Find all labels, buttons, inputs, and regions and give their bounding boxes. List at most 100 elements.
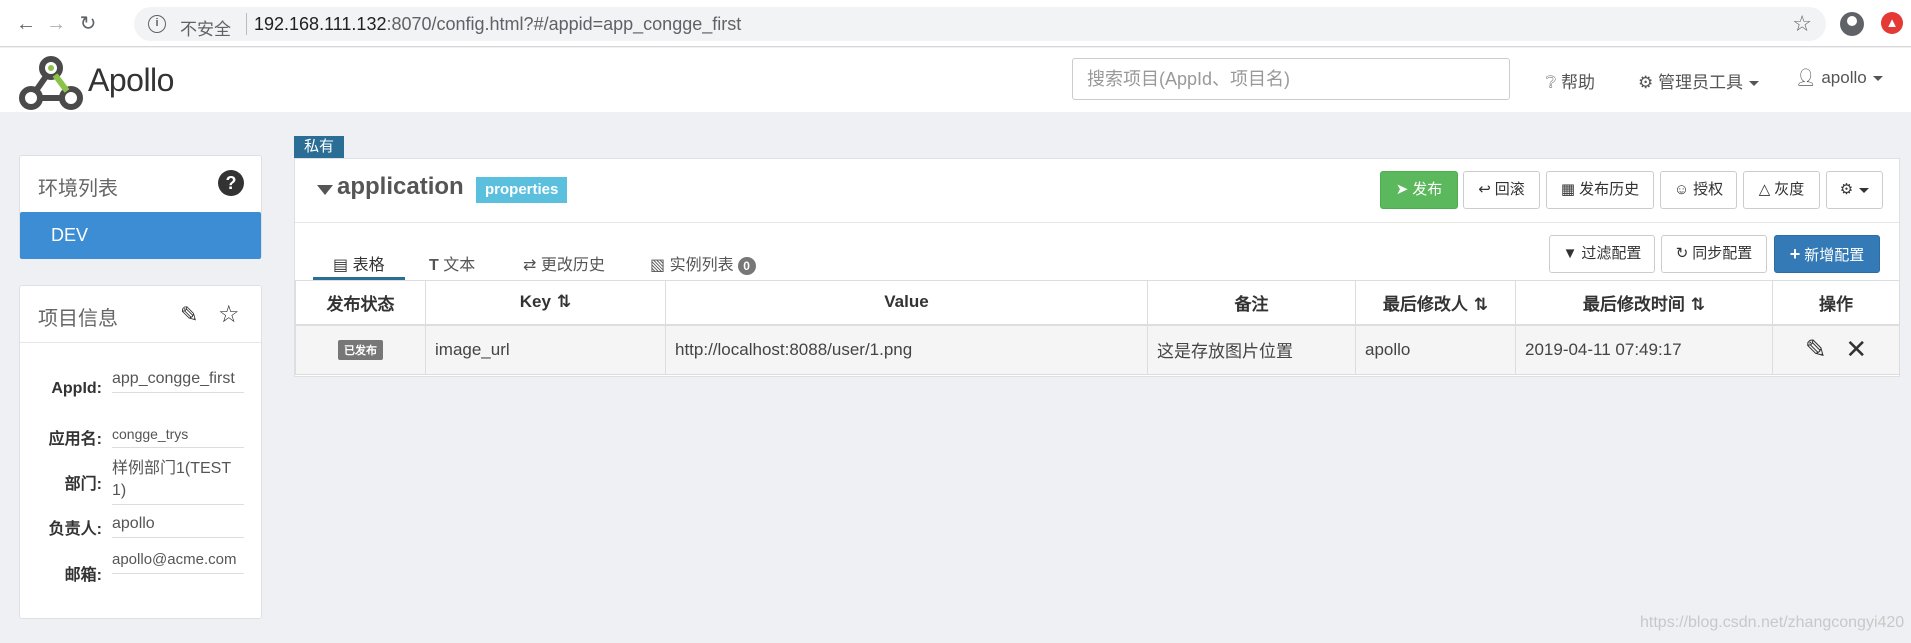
settings-dropdown-button[interactable]: ⚙	[1826, 171, 1883, 209]
publish-button[interactable]: ➤ 发布	[1380, 171, 1458, 209]
gray-release-button[interactable]: △ 灰度	[1743, 171, 1820, 209]
add-config-label: 新增配置	[1804, 247, 1865, 264]
calendar-icon: ▦	[1560, 181, 1576, 198]
sort-icon[interactable]: ⇅	[1474, 295, 1488, 314]
help-circle-icon: ❔︎	[1546, 73, 1557, 92]
status-cell: 已发布	[295, 324, 426, 375]
column-header-comment: 备注	[1147, 280, 1356, 326]
forward-icon[interactable]: →	[44, 12, 68, 36]
chevron-down-icon	[1859, 187, 1870, 193]
ops-cell: ✎ ✕	[1772, 324, 1900, 375]
address-separator	[246, 13, 247, 35]
app-header: Apollo ❔︎ 帮助 ⚙ 管理员工具 👤︎ apollo	[0, 48, 1911, 112]
list-icon: ▧	[650, 257, 666, 274]
extension-icon[interactable]: ▲	[1881, 12, 1903, 34]
back-icon[interactable]: ←	[14, 12, 38, 36]
flask-icon: △	[1758, 181, 1771, 198]
gear-icon: ⚙	[1839, 181, 1854, 198]
close-icon[interactable]: ✕	[1845, 334, 1867, 365]
publish-label: 发布	[1412, 181, 1443, 198]
admin-tools-dropdown[interactable]: ⚙ 管理员工具	[1638, 68, 1759, 93]
watermark: https://blog.csdn.net/zhangcongyi420	[1640, 614, 1905, 631]
namespace-panel: application properties ➤ 发布 ↩ 回滚 ▦ 发布历史 ☺ 授权…	[294, 158, 1900, 377]
appid-value: app_congge_first	[112, 368, 244, 393]
help-link[interactable]: ❔︎ 帮助	[1546, 68, 1595, 93]
star-icon[interactable]: ☆	[218, 300, 240, 329]
add-config-button[interactable]: + 新增配置	[1774, 235, 1880, 273]
column-header-ops: 操作	[1772, 280, 1900, 326]
table-header-row: 发布状态 Key ⇅ Value 备注 最后修改人 ⇅ 最后修改时间 ⇅ 操作	[295, 280, 1900, 326]
info-icon[interactable]: i	[148, 15, 166, 33]
bookmark-star-icon[interactable]: ☆	[1792, 11, 1812, 37]
filter-config-button[interactable]: ▼ 过滤配置	[1549, 235, 1655, 273]
address-bar[interactable]: i 不安全 192.168.111.132:8070/config.html?#…	[134, 7, 1826, 41]
column-header-key[interactable]: Key ⇅	[425, 280, 666, 326]
sync-config-label: 同步配置	[1692, 245, 1753, 262]
user-dropdown[interactable]: 👤︎ apollo	[1795, 68, 1883, 88]
release-history-button[interactable]: ▦ 发布历史	[1546, 171, 1654, 209]
edit-icon[interactable]: ✎	[1805, 334, 1827, 365]
filter-config-label: 过滤配置	[1581, 245, 1642, 262]
tab-change-history[interactable]: ⇄ 更改历史	[523, 251, 605, 275]
project-search-input[interactable]	[1072, 58, 1510, 100]
url-text[interactable]: 192.168.111.132:8070/config.html?#/appid…	[254, 14, 741, 35]
env-item-dev[interactable]: DEV	[20, 212, 261, 259]
project-info-panel: 项目信息 ✎ ☆ AppId: app_congge_first 应用名: co…	[19, 285, 262, 619]
column-header-modifier[interactable]: 最后修改人 ⇅	[1355, 280, 1516, 326]
table-icon: ▤	[333, 257, 349, 274]
sort-icon[interactable]: ⇅	[1691, 295, 1705, 314]
column-header-modified-time[interactable]: 最后修改时间 ⇅	[1515, 280, 1773, 326]
help-label: 帮助	[1560, 73, 1595, 92]
app-name-value: congge_trys	[112, 423, 244, 448]
format-badge: properties	[476, 177, 568, 203]
env-list-panel: 环境列表 ? DEV	[19, 155, 262, 259]
chevron-down-icon	[1748, 81, 1759, 87]
account-icon[interactable]	[1840, 12, 1864, 36]
tab-text-label: 文本	[443, 257, 476, 274]
env-list-title: 环境列表	[38, 178, 118, 200]
tab-change-history-label: 更改历史	[540, 257, 605, 274]
rollback-icon: ↩	[1478, 181, 1491, 198]
tab-text[interactable]: T 文本	[429, 251, 475, 275]
text-icon: T	[429, 257, 439, 274]
admin-tools-label: 管理员工具	[1657, 73, 1743, 92]
column-value-label: Value	[884, 292, 929, 312]
instances-count-badge: 0	[737, 256, 756, 275]
column-key-label: Key	[519, 292, 551, 312]
namespace-divider	[295, 222, 1899, 223]
owner-label: 负责人:	[48, 521, 102, 538]
filter-icon: ▼	[1562, 245, 1578, 262]
collapse-caret-icon[interactable]	[317, 185, 333, 195]
appid-label: AppId:	[51, 380, 102, 397]
column-status-label: 发布状态	[326, 294, 395, 314]
table-row: 已发布 image_url http://localhost:8088/user…	[295, 324, 1900, 375]
config-table: 发布状态 Key ⇅ Value 备注 最后修改人 ⇅ 最后修改时间 ⇅ 操作 已发布…	[295, 280, 1900, 375]
apollo-logo-icon[interactable]	[18, 54, 84, 112]
grant-button[interactable]: ☺ 授权	[1660, 171, 1737, 209]
url-path: :8070/config.html?#/appid=app_congge_fir…	[386, 14, 742, 34]
column-header-value: Value	[665, 280, 1148, 326]
user-name: apollo	[1821, 68, 1867, 87]
private-badge: 私有	[294, 136, 345, 158]
comment-cell: 这是存放图片位置	[1147, 324, 1356, 375]
panel-divider	[20, 342, 261, 343]
tab-instances[interactable]: ▧ 实例列表 0	[650, 251, 756, 275]
release-history-label: 发布历史	[1579, 181, 1640, 198]
question-circle-icon[interactable]: ?	[218, 170, 244, 196]
modifier-cell: apollo	[1355, 324, 1516, 375]
exchange-icon: ⇄	[523, 257, 537, 274]
department-label: 部门:	[64, 476, 102, 493]
rollback-button[interactable]: ↩ 回滚	[1463, 171, 1540, 209]
status-badge: 已发布	[338, 340, 383, 361]
tab-table[interactable]: ▤ 表格	[333, 251, 385, 275]
modified-time-cell: 2019-04-11 07:49:17	[1515, 324, 1773, 375]
brand-name[interactable]: Apollo	[88, 62, 174, 99]
column-ops-label: 操作	[1819, 294, 1853, 314]
reload-icon[interactable]: ↻	[76, 12, 100, 36]
department-value: 样例部门1(TEST1)	[112, 458, 244, 505]
edit-icon[interactable]: ✎	[180, 302, 198, 328]
sort-icon[interactable]: ⇅	[557, 292, 571, 311]
value-cell: http://localhost:8088/user/1.png	[665, 324, 1148, 375]
sync-config-button[interactable]: ↻ 同步配置	[1661, 235, 1767, 273]
app-name-label: 应用名:	[48, 431, 102, 448]
